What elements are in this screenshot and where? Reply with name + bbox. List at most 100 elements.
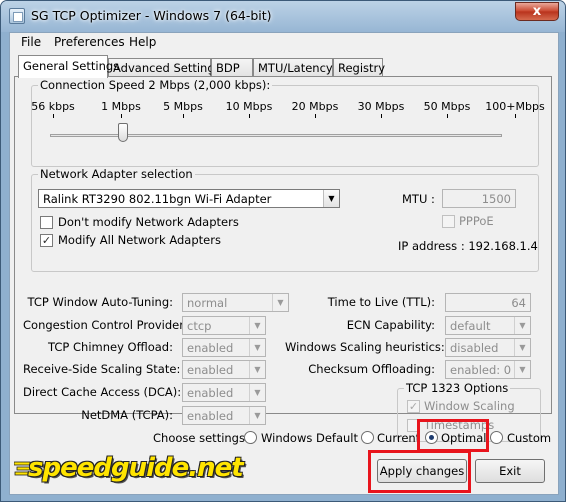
dca-label: Direct Cache Access (DCA): <box>23 385 182 399</box>
ip-address: IP address : 192.168.1.4 <box>398 239 538 253</box>
tick-label: 5 Mbps <box>163 100 203 113</box>
optimal-highlight-box <box>417 419 489 452</box>
congestion-control-label: Congestion Control Provider: <box>23 318 188 332</box>
tcp-chimney-select[interactable]: enabled ▼ <box>182 338 266 357</box>
tick-label: 56 kbps <box>31 100 75 113</box>
checksum-offloading-select[interactable]: enabled: 0 ▼ <box>445 360 531 379</box>
menu-preferences[interactable]: Preferences <box>54 35 125 49</box>
ecn-value: default <box>450 319 491 333</box>
slider-tick <box>53 114 54 118</box>
tab-advanced-settings[interactable]: Advanced Settings <box>108 58 221 77</box>
radio-custom-label[interactable]: Custom <box>507 431 551 445</box>
speed-slider-thumb[interactable] <box>118 123 128 142</box>
slider-tick <box>315 114 316 118</box>
tcp-window-autotuning-select[interactable]: normal ▼ <box>182 293 289 312</box>
rss-state-value: enabled <box>187 363 234 377</box>
radio-current-label[interactable]: Current <box>377 431 420 445</box>
windows-scaling-heuristics-label: Windows Scaling heuristics: <box>285 340 445 354</box>
windows-scaling-heuristics-select[interactable]: disabled ▼ <box>445 338 531 357</box>
pppoe-checkbox[interactable] <box>442 215 455 228</box>
dca-value: enabled <box>187 386 234 400</box>
connection-speed-group: Connection Speed 2 Mbps (2,000 kbps): 56… <box>31 78 545 167</box>
tick-label: 30 Mbps <box>357 100 405 113</box>
network-adapter-group: Network Adapter selection Ralink RT3290 … <box>31 167 539 272</box>
radio-current[interactable] <box>361 431 374 444</box>
netdma-value: enabled <box>187 409 234 423</box>
tab-bdp[interactable]: BDP <box>211 58 253 77</box>
slider-tick <box>121 114 122 118</box>
mtu-label: MTU : <box>402 192 435 206</box>
tick-label: 10 Mbps <box>225 100 273 113</box>
chevron-down-icon: ▼ <box>249 384 265 401</box>
congestion-control-value: ctcp <box>187 319 212 333</box>
slider-tick <box>447 114 448 118</box>
connection-speed-label: Connection Speed 2 Mbps (2,000 kbps): <box>38 78 273 92</box>
windows-scaling-heuristics-value: disabled <box>450 341 499 355</box>
congestion-control-select[interactable]: ctcp ▼ <box>182 316 266 335</box>
tab-strip: General Settings Advanced Settings BDP M… <box>10 55 558 78</box>
slider-tick <box>381 114 382 118</box>
tcp-chimney-label: TCP Chimney Offload: <box>48 340 173 354</box>
mtu-field[interactable]: 1500 <box>442 189 516 208</box>
modify-all-label: Modify All Network Adapters <box>58 233 221 247</box>
tab-mtu-latency[interactable]: MTU/Latency <box>253 58 333 77</box>
speedguide-logo[interactable]: speedguide.net <box>28 453 244 483</box>
choose-settings-label: Choose settings: <box>153 431 249 445</box>
slider-tick <box>515 114 516 118</box>
chevron-down-icon: ▼ <box>249 361 265 378</box>
title-bar[interactable]: SG TCP Optimizer - Windows 7 (64-bit) x <box>1 1 565 32</box>
ttl-field[interactable]: 64 <box>445 293 531 312</box>
chevron-down-icon: ▼ <box>249 407 265 424</box>
ecn-label: ECN Capability: <box>346 318 435 332</box>
chevron-down-icon: ▼ <box>249 339 265 356</box>
tick-label: 50 Mbps <box>423 100 471 113</box>
app-window: SG TCP Optimizer - Windows 7 (64-bit) x … <box>0 0 566 502</box>
window-title: SG TCP Optimizer - Windows 7 (64-bit) <box>31 8 272 23</box>
window-scaling-label: Window Scaling <box>424 399 515 413</box>
tick-label: 100+Mbps <box>485 100 545 113</box>
tab-general-settings[interactable]: General Settings <box>18 55 119 78</box>
chevron-down-icon: ▼ <box>514 361 530 378</box>
ttl-label: Time to Live (TTL): <box>327 295 435 309</box>
rss-state-label: Receive-Side Scaling State: <box>23 362 181 376</box>
slider-tick <box>183 114 184 118</box>
tcp-window-autotuning-label: TCP Window Auto-Tuning: <box>27 295 174 309</box>
tab-registry[interactable]: Registry <box>333 58 385 77</box>
general-settings-panel: Connection Speed 2 Mbps (2,000 kbps): 56… <box>14 76 552 442</box>
chevron-down-icon: ▼ <box>249 317 265 334</box>
chevron-down-icon: ▼ <box>323 190 339 207</box>
modify-all-checkbox[interactable]: ✓ <box>40 234 53 247</box>
menu-help[interactable]: Help <box>129 35 156 49</box>
slider-tick <box>249 114 250 118</box>
adapter-select[interactable]: Ralink RT3290 802.11bgn Wi-Fi Adapter ▼ <box>38 189 340 208</box>
radio-custom[interactable] <box>490 431 503 444</box>
tcp-chimney-value: enabled <box>187 341 234 355</box>
window-scaling-checkbox[interactable]: ✓ <box>407 400 420 413</box>
apply-highlight-box <box>368 450 471 493</box>
network-adapter-label: Network Adapter selection <box>38 167 195 181</box>
app-icon <box>9 8 25 24</box>
ecn-select[interactable]: default ▼ <box>445 316 531 335</box>
chevron-down-icon: ▼ <box>514 317 530 334</box>
client-area: File Preferences Help General Settings A… <box>9 32 559 495</box>
checksum-offloading-label: Checksum Offloading: <box>308 362 435 376</box>
menu-bar: File Preferences Help <box>10 33 558 53</box>
tcp1323-label: TCP 1323 Options <box>404 381 511 395</box>
close-button[interactable]: x <box>515 2 559 21</box>
dca-select[interactable]: enabled ▼ <box>182 383 266 402</box>
netdma-select[interactable]: enabled ▼ <box>182 406 266 425</box>
dont-modify-label: Don't modify Network Adapters <box>58 215 239 229</box>
radio-windows-default-label[interactable]: Windows Default <box>261 431 358 445</box>
pppoe-label: PPPoE <box>459 214 494 228</box>
radio-windows-default[interactable] <box>244 431 257 444</box>
dont-modify-checkbox[interactable] <box>40 216 53 229</box>
chevron-down-icon: ▼ <box>514 339 530 356</box>
rss-state-select[interactable]: enabled ▼ <box>182 360 266 379</box>
adapter-select-value: Ralink RT3290 802.11bgn Wi-Fi Adapter <box>43 192 272 206</box>
menu-file[interactable]: File <box>21 35 41 49</box>
exit-button[interactable]: Exit <box>475 459 545 483</box>
tcp-window-autotuning-value: normal <box>187 296 228 310</box>
checksum-offloading-value: enabled: 0 <box>450 363 512 377</box>
tick-label: 20 Mbps <box>291 100 339 113</box>
tick-label: 1 Mbps <box>101 100 141 113</box>
